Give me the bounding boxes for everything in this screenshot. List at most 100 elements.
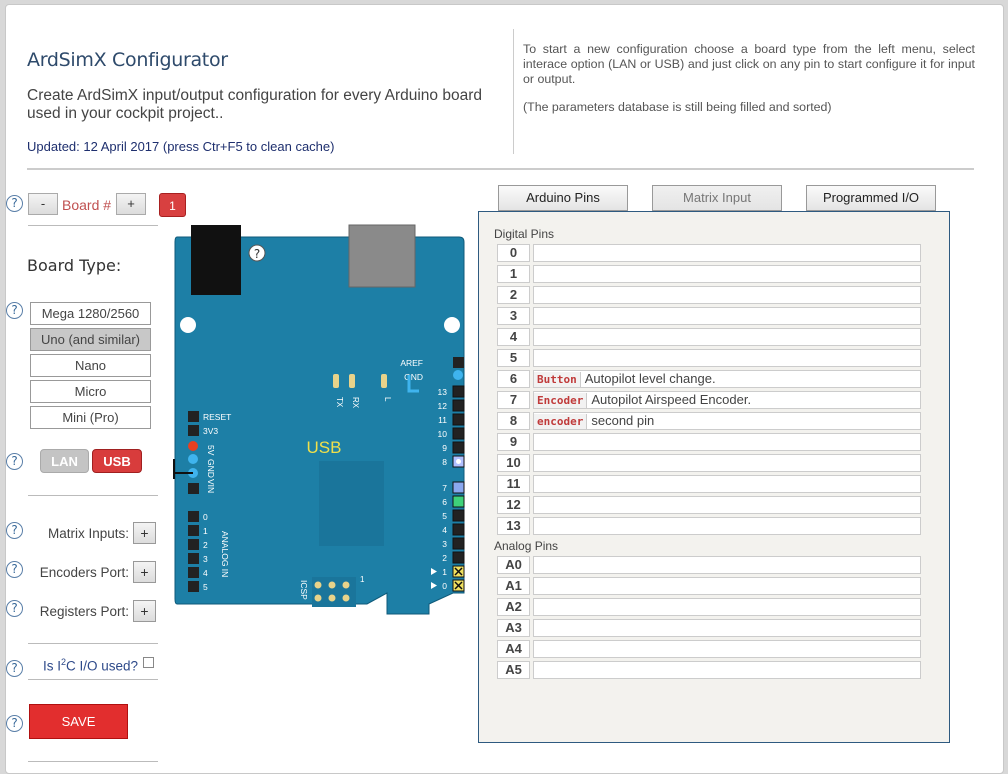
arduino-board: ? USB TX RX L AREF GND 13121110987654321… <box>173 224 465 615</box>
analog-header-pin[interactable] <box>188 539 199 550</box>
pin-config-field[interactable] <box>533 640 921 658</box>
pin-config-field[interactable] <box>533 577 921 595</box>
icsp-pin[interactable] <box>314 594 322 602</box>
add-registers-port-button[interactable]: + <box>133 600 156 622</box>
help-icon[interactable]: ? <box>6 715 23 732</box>
power-jack[interactable] <box>191 225 241 295</box>
pin-config-field[interactable] <box>533 496 921 514</box>
l-label: L <box>383 397 392 402</box>
digital-header-pin[interactable] <box>452 481 465 494</box>
analog-header-pin[interactable] <box>188 567 199 578</box>
board-increment-button[interactable]: + <box>116 193 146 215</box>
digital-header-label: 6 <box>442 497 447 507</box>
pin-config-field[interactable] <box>533 661 921 679</box>
digital-header-pin[interactable] <box>452 427 465 440</box>
pin-config-field[interactable]: Encoder Autopilot Airspeed Encoder. <box>533 391 921 409</box>
header-pin-gnd[interactable] <box>188 454 198 464</box>
digital-header-pin[interactable] <box>452 509 465 522</box>
icsp-area <box>312 577 356 607</box>
digital-header-label: 0 <box>442 581 447 591</box>
help-icon[interactable]: ? <box>6 453 23 470</box>
board-type-option[interactable]: Uno (and similar) <box>30 328 151 351</box>
pin-config-field[interactable] <box>533 556 921 574</box>
usb-interface-button[interactable]: USB <box>92 449 142 473</box>
digital-header-pin[interactable] <box>452 523 465 536</box>
help-icon[interactable]: ? <box>6 660 23 677</box>
icsp-header <box>312 577 356 607</box>
rx-label: RX <box>351 397 360 409</box>
header-pin-vin[interactable] <box>188 483 199 494</box>
pin-config-field[interactable]: Button Autopilot level change. <box>533 370 921 388</box>
page-description: Create ArdSimX input/output configuratio… <box>27 87 482 122</box>
digital-header-label: 7 <box>442 483 447 493</box>
board-type-option[interactable]: Nano <box>30 354 151 377</box>
pin-config-field[interactable] <box>533 433 921 451</box>
tab-arduino-pins[interactable]: Arduino Pins <box>498 185 628 211</box>
analog-header-pin[interactable] <box>188 525 199 536</box>
usb-connector[interactable] <box>348 224 416 288</box>
i2c-checkbox[interactable] <box>143 657 154 668</box>
registers-port-label: Registers Port: <box>39 604 129 619</box>
analog-header-pin[interactable] <box>188 553 199 564</box>
pin-config-field[interactable] <box>533 475 921 493</box>
header-pin-aref[interactable] <box>453 357 464 368</box>
board-type-option[interactable]: Mega 1280/2560 <box>30 302 151 325</box>
icsp-pin[interactable] <box>342 594 350 602</box>
digital-header-pin[interactable] <box>452 441 465 454</box>
pin-config-field[interactable] <box>533 349 921 367</box>
usb-mode-label: USB <box>307 438 342 457</box>
pin-config-field[interactable] <box>533 286 921 304</box>
analog-header-pin[interactable] <box>188 511 199 522</box>
matrix-inputs-label: Matrix Inputs: <box>47 526 129 541</box>
digital-header-pin[interactable] <box>452 537 465 550</box>
separator <box>28 225 158 226</box>
tab-matrix-input[interactable]: Matrix Input <box>652 185 782 211</box>
gnd2-label: GND <box>206 459 216 478</box>
tx-label: TX <box>335 397 344 408</box>
digital-header-label: 10 <box>438 429 448 439</box>
save-button[interactable]: SAVE <box>29 704 128 739</box>
add-matrix-input-button[interactable]: + <box>133 522 156 544</box>
board-decrement-button[interactable]: - <box>28 193 58 215</box>
pin-config-field[interactable] <box>533 265 921 283</box>
i2c-label: Is I2C I/O used? <box>43 657 138 674</box>
pin-config-field[interactable] <box>533 307 921 325</box>
header-pin-gnd[interactable] <box>453 370 463 380</box>
analog-header-pin[interactable] <box>188 581 199 592</box>
icsp-pin[interactable] <box>342 581 350 589</box>
rx-led <box>349 374 355 388</box>
mount-hole <box>180 317 196 333</box>
icsp-pin[interactable] <box>328 594 336 602</box>
digital-header-pin[interactable] <box>452 385 465 398</box>
digital-header-pin[interactable] <box>452 551 465 564</box>
analog-header-label: 0 <box>203 512 208 522</box>
tab-programmed-i-o[interactable]: Programmed I/O <box>806 185 936 211</box>
digital-header-label: 5 <box>442 511 447 521</box>
pin-number: 0 <box>497 244 530 262</box>
board-type-option[interactable]: Mini (Pro) <box>30 406 151 429</box>
pin-config-field[interactable] <box>533 598 921 616</box>
pin-config-field[interactable] <box>533 619 921 637</box>
pin-config-field[interactable] <box>533 244 921 262</box>
reset-label: RESET <box>203 412 231 422</box>
digital-header-pin[interactable] <box>452 399 465 412</box>
help-icon[interactable]: ? <box>6 302 23 319</box>
pin-config-field[interactable] <box>533 328 921 346</box>
help-icon[interactable]: ? <box>6 195 23 212</box>
board-type-option[interactable]: Micro <box>30 380 151 403</box>
lan-interface-button[interactable]: LAN <box>40 449 89 473</box>
pin-config-field[interactable] <box>533 517 921 535</box>
header-pin-3v3[interactable] <box>188 425 199 436</box>
header-pin-reset[interactable] <box>188 411 199 422</box>
icsp-pin[interactable] <box>314 581 322 589</box>
digital-header-pin[interactable] <box>452 413 465 426</box>
pin-config-field[interactable] <box>533 454 921 472</box>
digital-header-pin[interactable] <box>452 495 465 508</box>
header-pin-5v[interactable] <box>188 441 198 451</box>
pin-config-field[interactable]: encoder second pin <box>533 412 921 430</box>
icsp-pin[interactable] <box>328 581 336 589</box>
pin-number: 12 <box>497 496 530 514</box>
pin-config-panel: Digital Pins 0 1 2 3 4 5 6 Button Autopilot leve… <box>478 211 950 743</box>
pin-number: 1 <box>497 265 530 283</box>
add-encoders-port-button[interactable]: + <box>133 561 156 583</box>
